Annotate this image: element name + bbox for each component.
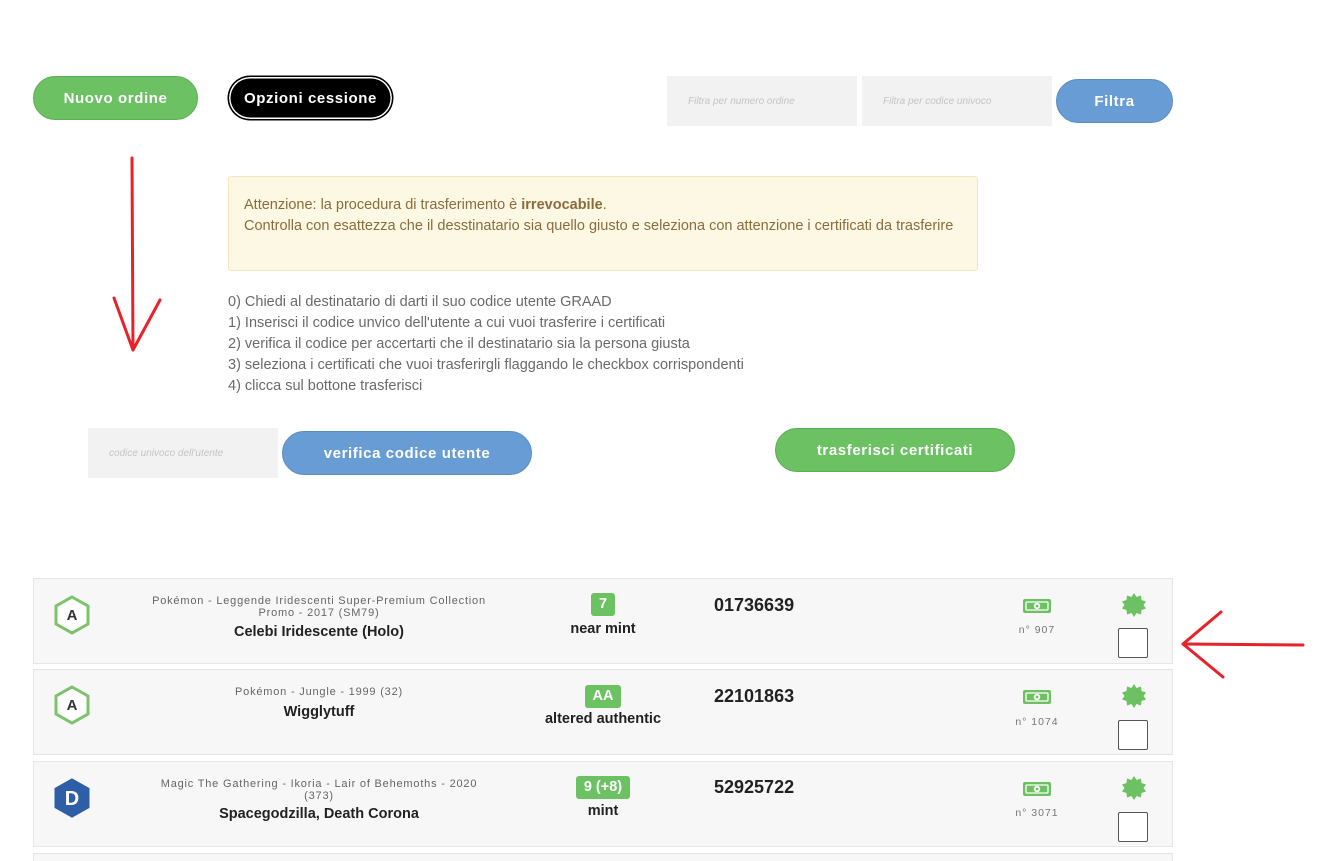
transfer-options-button[interactable]: Opzioni cessione: [228, 76, 393, 120]
alert-irrevocable: irrevocabile: [521, 197, 603, 213]
grade-label: altered authentic: [544, 711, 662, 727]
order-number: n° 1074: [1015, 716, 1059, 728]
certificate-set: Pokémon - Leggende Iridescenti Super-Pre…: [152, 595, 486, 619]
annotation-arrow-down-icon: [112, 156, 162, 352]
user-code-input[interactable]: [88, 428, 278, 478]
certificate-row: A Pokémon - Jungle - 1999 (32) Wigglytuf…: [33, 669, 1173, 755]
seal-icon: [1122, 776, 1146, 800]
svg-text:D: D: [65, 788, 79, 810]
certificate-row: D Magic The Gathering - Ikoria - Lair of…: [33, 761, 1173, 847]
order-number: n° 907: [1018, 624, 1056, 636]
certificate-code: 52925722: [714, 777, 795, 797]
certificate-card-name: Wigglytuff: [283, 704, 355, 720]
order-number: n° 3071: [1015, 807, 1059, 819]
certificate-set: Pokémon - Jungle - 1999 (32): [235, 686, 403, 698]
grade-label: near mint: [570, 621, 636, 637]
step-4: 4) clicca sul bottone trasferisci: [228, 378, 423, 394]
instruction-steps: 0) Chiedi al destinatario di darti il su…: [228, 292, 988, 397]
filter-button[interactable]: Filtra: [1056, 79, 1173, 123]
filter-unique-code-input[interactable]: [862, 76, 1052, 126]
transfer-checkbox[interactable]: [1118, 628, 1148, 658]
svg-text:A: A: [67, 697, 78, 714]
grade-label: mint: [587, 803, 619, 819]
verify-user-code-button[interactable]: verifica codice utente: [282, 431, 532, 475]
step-0: 0) Chiedi al destinatario di darti il su…: [228, 294, 612, 310]
seal-icon: [1122, 684, 1146, 708]
step-1: 1) Inserisci il codice unvico dell'utent…: [228, 315, 666, 331]
seal-icon: [1122, 593, 1146, 617]
banknote-icon: [1023, 782, 1051, 796]
alert-line-1: Attenzione: la procedura di trasferiment…: [244, 197, 607, 213]
certificate-card-name: Celebi Iridescente (Holo): [233, 624, 404, 640]
warning-alert: Attenzione: la procedura di trasferiment…: [228, 176, 978, 271]
certificate-code: 01736639: [714, 595, 795, 615]
transfer-certificates-button[interactable]: trasferisci certificati: [775, 428, 1015, 472]
grade-badge: 7: [574, 593, 632, 616]
certificate-code: 22101863: [714, 686, 795, 706]
grade-badge: AA: [574, 685, 632, 708]
banknote-icon: [1023, 599, 1051, 613]
certificate-row-partial: [33, 853, 1173, 861]
alert-line-2: Controlla con esattezza che il desstinat…: [244, 218, 954, 234]
transfer-checkbox[interactable]: [1118, 812, 1148, 842]
grade-type-badge-icon: A: [54, 685, 90, 725]
grade-type-badge-icon: D: [54, 778, 90, 818]
filter-order-number-input[interactable]: [667, 76, 857, 126]
grade-badge: 9 (+8): [574, 776, 632, 799]
grade-type-badge-icon: A: [54, 595, 90, 635]
step-3: 3) seleziona i certificati che vuoi tras…: [228, 357, 744, 373]
certificate-card-name: Spacegodzilla, Death Corona: [219, 806, 419, 822]
svg-text:A: A: [67, 607, 78, 624]
new-order-button[interactable]: Nuovo ordine: [33, 76, 198, 120]
banknote-icon: [1023, 690, 1051, 704]
certificate-set: Magic The Gathering - Ikoria - Lair of B…: [160, 778, 478, 802]
transfer-checkbox[interactable]: [1118, 720, 1148, 750]
certificate-row: A Pokémon - Leggende Iridescenti Super-P…: [33, 578, 1173, 664]
step-2: 2) verifica il codice per accertarti che…: [228, 336, 690, 352]
annotation-arrow-left-icon: [1181, 610, 1305, 679]
